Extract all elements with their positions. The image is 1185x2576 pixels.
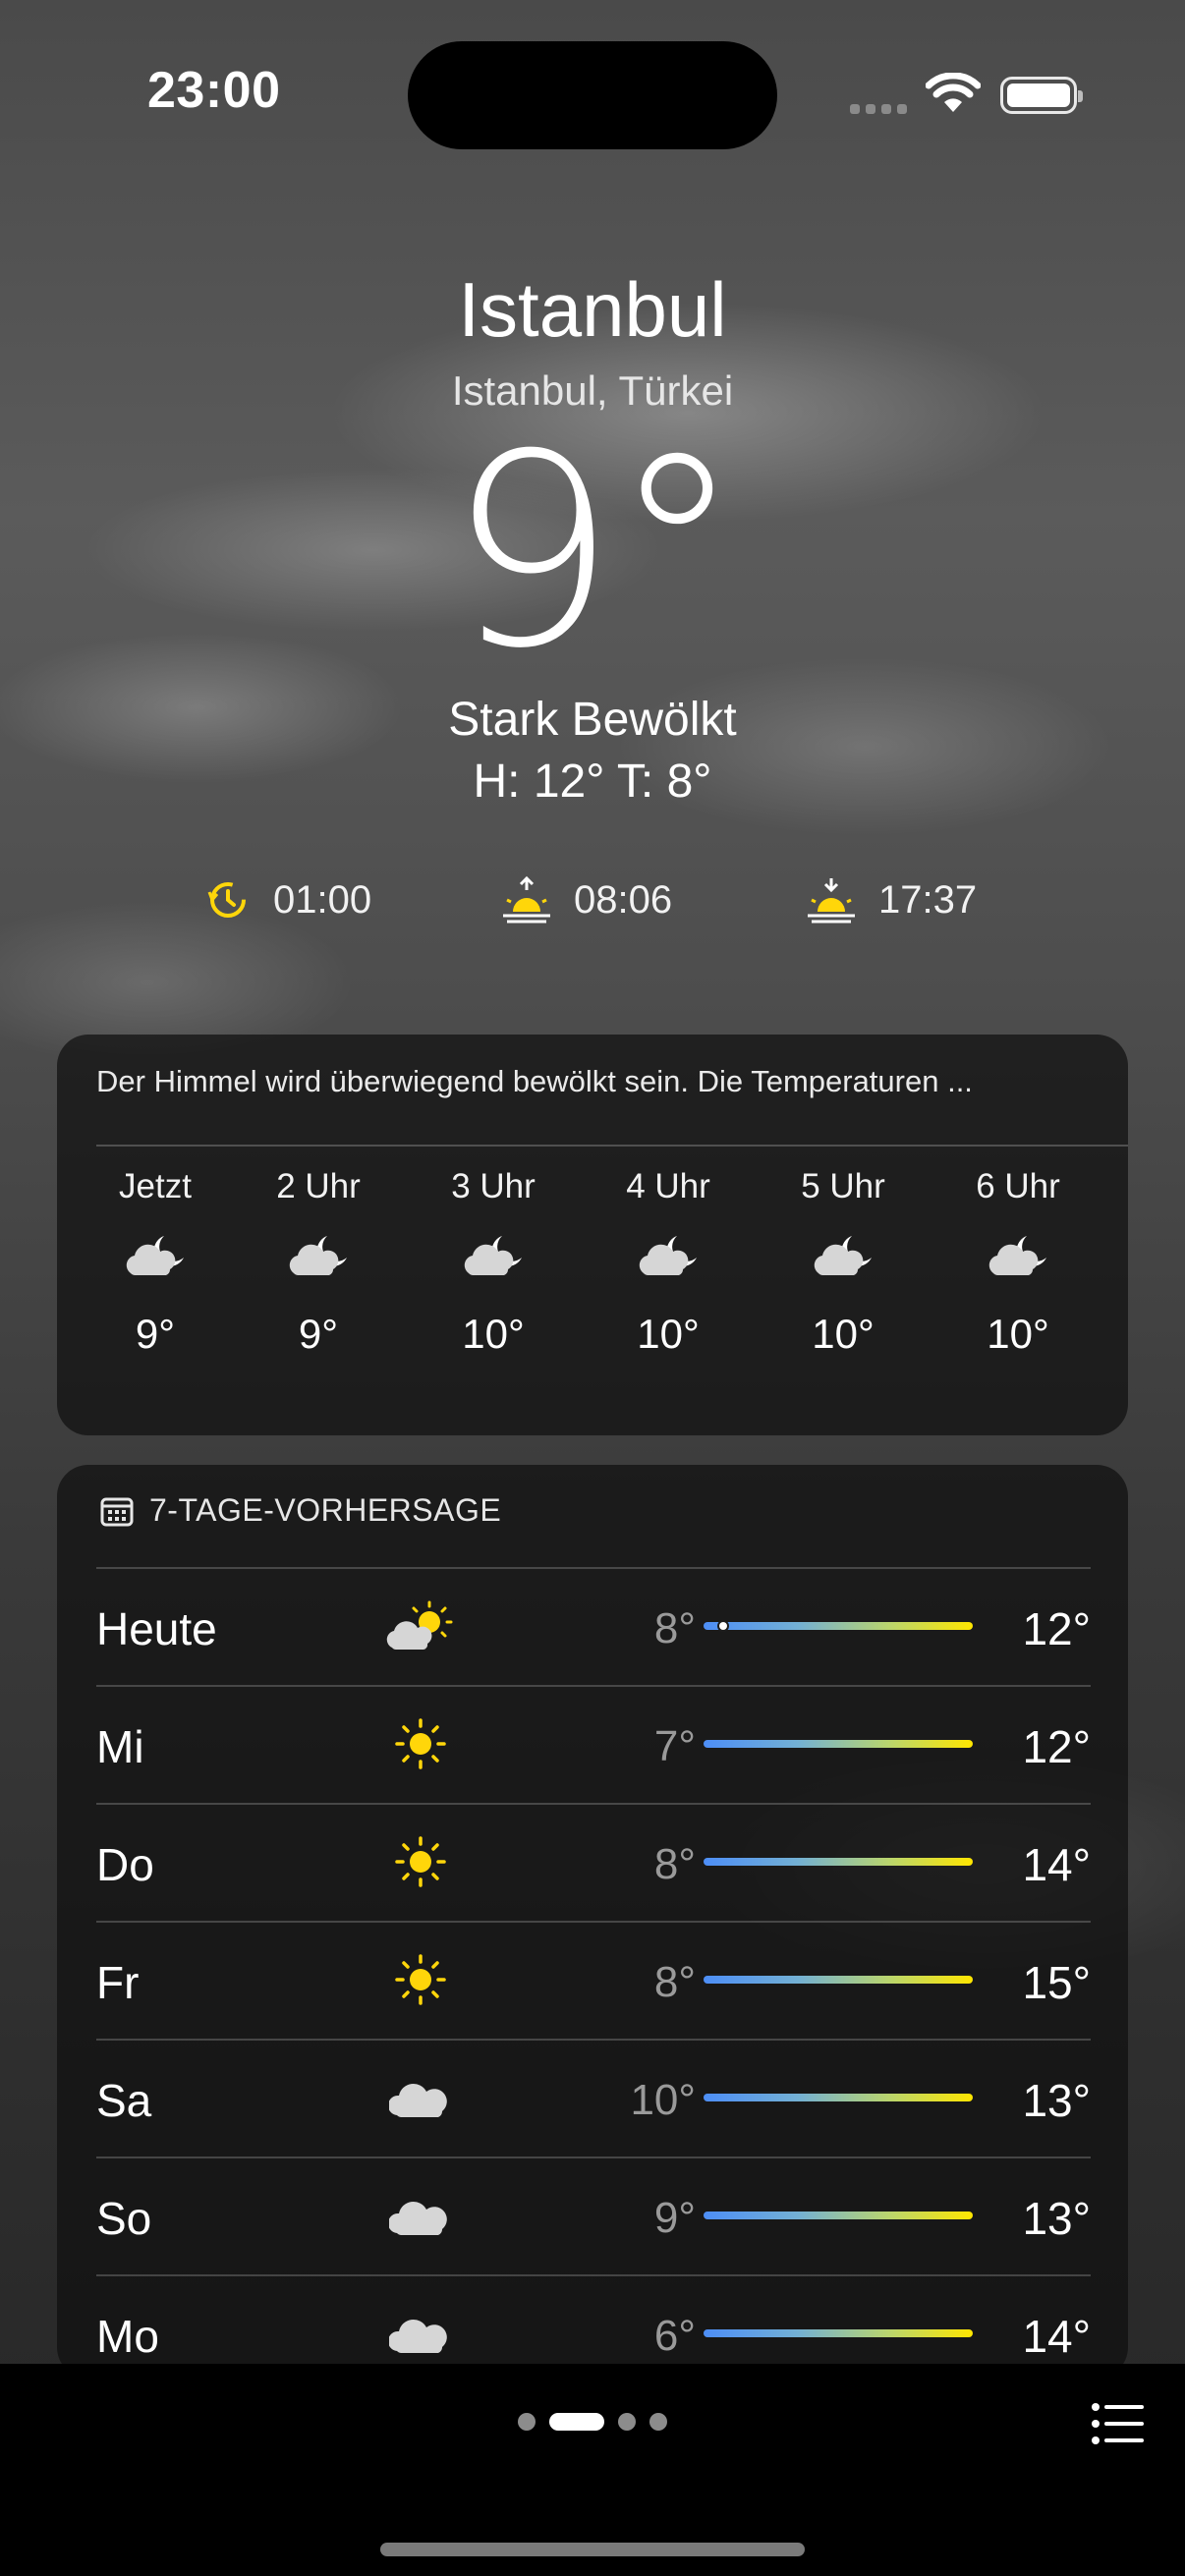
hour-label: 2 Uhr: [276, 1167, 361, 1205]
weather-condition: Stark Bewölkt: [448, 694, 737, 746]
sunrise-icon: [503, 875, 550, 924]
daily-forecast-header: 7-TAGE-VORHERSAGE: [100, 1492, 501, 1529]
day-low-temp: 10°: [630, 2076, 696, 2124]
day-high-temp: 14°: [1022, 1839, 1091, 1890]
forecast-summary: Der Himmel wird überwiegend bewölkt sein…: [96, 1064, 973, 1098]
hour-label: 6 Uhr: [976, 1167, 1060, 1205]
daily-row: Fr 8° 15°: [96, 1921, 1091, 2041]
hourly-forecast-card[interactable]: Der Himmel wird überwiegend bewölkt sein…: [57, 1035, 1128, 1435]
hour-temperature: 10°: [812, 1311, 875, 1357]
day-high-temp: 13°: [1022, 2193, 1091, 2244]
cloud-sun-icon: [386, 1600, 453, 1650]
daily-forecast-title: 7-TAGE-VORHERSAGE: [149, 1492, 502, 1528]
wifi-icon: [926, 73, 981, 112]
bottom-toolbar: [0, 2364, 1185, 2576]
cloud-icon: [389, 2319, 447, 2353]
cloud-icon: [389, 2201, 447, 2235]
page-indicator[interactable]: [0, 2413, 1185, 2431]
day-high-temp: 14°: [1022, 2311, 1091, 2362]
sun-icon: [395, 1836, 446, 1887]
hourly-item: 3 Uhr 10°: [415, 1167, 572, 1358]
daily-row: Mi 7° 12°: [96, 1685, 1091, 1805]
page-dot[interactable]: [618, 2413, 636, 2431]
day-low-temp: 8°: [653, 1840, 696, 1888]
day-name: Fr: [96, 1957, 140, 2008]
day-low-temp: 7°: [653, 1722, 696, 1770]
daily-forecast-card[interactable]: 7-TAGE-VORHERSAGE Heute 8° 12° Mi 7° 12°…: [57, 1465, 1128, 2379]
cloud-moon-icon: [126, 1236, 184, 1275]
cloud-moon-icon: [639, 1236, 697, 1275]
hourly-item: 5 Uhr 10°: [764, 1167, 922, 1358]
temperature-range-bar: [704, 2329, 973, 2337]
day-high-temp: 13°: [1022, 2075, 1091, 2126]
cellular-signal-icon: [850, 102, 911, 116]
hour-label: 4 Uhr: [626, 1167, 710, 1205]
temperature-range-bar: [704, 1620, 973, 1632]
hourly-item: Jetzt 9°: [77, 1167, 234, 1358]
cloud-moon-icon: [988, 1236, 1046, 1275]
cloud-moon-icon: [814, 1236, 872, 1275]
list-icon[interactable]: [1091, 2401, 1146, 2446]
status-time: 23:00: [147, 62, 281, 119]
day-high-temp: 12°: [1022, 1721, 1091, 1772]
hour-temperature: 10°: [462, 1311, 525, 1357]
daily-row: Sa 10° 13°: [96, 2039, 1091, 2158]
day-name: Mo: [96, 2311, 159, 2362]
hour-label: 5 Uhr: [801, 1167, 885, 1205]
sun-icon: [395, 1718, 446, 1769]
hourly-item: 6 Uhr 10°: [939, 1167, 1097, 1358]
sun-event-time: 01:00: [273, 877, 372, 922]
day-name: So: [96, 2193, 152, 2244]
daily-row: Heute 8° 12°: [96, 1567, 1091, 1687]
sunset-icon: [808, 878, 855, 924]
current-temperature: 9°: [447, 397, 744, 706]
day-name: Heute: [96, 1603, 217, 1654]
sun-event-item: 08:06: [499, 874, 672, 925]
clock-sun-icon: [207, 882, 246, 918]
page-dot[interactable]: [649, 2413, 667, 2431]
sun-event-time: 17:37: [878, 877, 978, 922]
hour-temperature: 10°: [637, 1311, 700, 1357]
high-low-temperature: H: 12° T: 8°: [473, 756, 712, 808]
day-high-temp: 12°: [1022, 1603, 1091, 1654]
day-name: Do: [96, 1839, 154, 1890]
day-name: Sa: [96, 2075, 152, 2126]
temperature-range-bar: [704, 1858, 973, 1866]
temperature-range-bar: [704, 2094, 973, 2101]
sun-event-item: 17:37: [804, 874, 977, 925]
page-dot[interactable]: [518, 2413, 536, 2431]
hour-temperature: 10°: [987, 1311, 1049, 1357]
cloud-moon-icon: [289, 1236, 347, 1275]
battery-icon: [1000, 77, 1083, 114]
daily-row: Do 8° 14°: [96, 1803, 1091, 1923]
day-low-temp: 9°: [653, 2194, 696, 2242]
dynamic-island: [408, 41, 777, 149]
day-low-temp: 8°: [653, 1958, 696, 2006]
day-low-temp: 6°: [653, 2312, 696, 2360]
hour-label: Jetzt: [119, 1167, 192, 1205]
calendar-icon: [100, 1497, 134, 1526]
sun-event-time: 08:06: [574, 877, 673, 922]
sun-event-item: 01:00: [202, 874, 371, 925]
cloud-moon-icon: [464, 1236, 522, 1275]
temperature-range-bar: [704, 1976, 973, 1984]
home-indicator[interactable]: [380, 2543, 805, 2556]
cloud-icon: [389, 2083, 447, 2117]
day-low-temp: 8°: [653, 1604, 696, 1652]
hourly-item: 2 Uhr 9°: [240, 1167, 397, 1358]
temperature-range-bar: [704, 1740, 973, 1748]
day-name: Mi: [96, 1721, 144, 1772]
daily-row: So 9° 13°: [96, 2156, 1091, 2276]
day-high-temp: 15°: [1022, 1957, 1091, 2008]
hour-label: 3 Uhr: [451, 1167, 536, 1205]
divider: [96, 1145, 1128, 1147]
city-name: Istanbul: [458, 266, 727, 353]
hour-temperature: 9°: [298, 1311, 339, 1357]
page-dot-active[interactable]: [549, 2413, 604, 2431]
sun-icon: [395, 1954, 446, 2005]
hour-temperature: 9°: [135, 1311, 176, 1357]
temperature-range-bar: [704, 2212, 973, 2219]
current-temperature-dot: [717, 1620, 729, 1632]
hourly-item: 4 Uhr 10°: [590, 1167, 747, 1358]
